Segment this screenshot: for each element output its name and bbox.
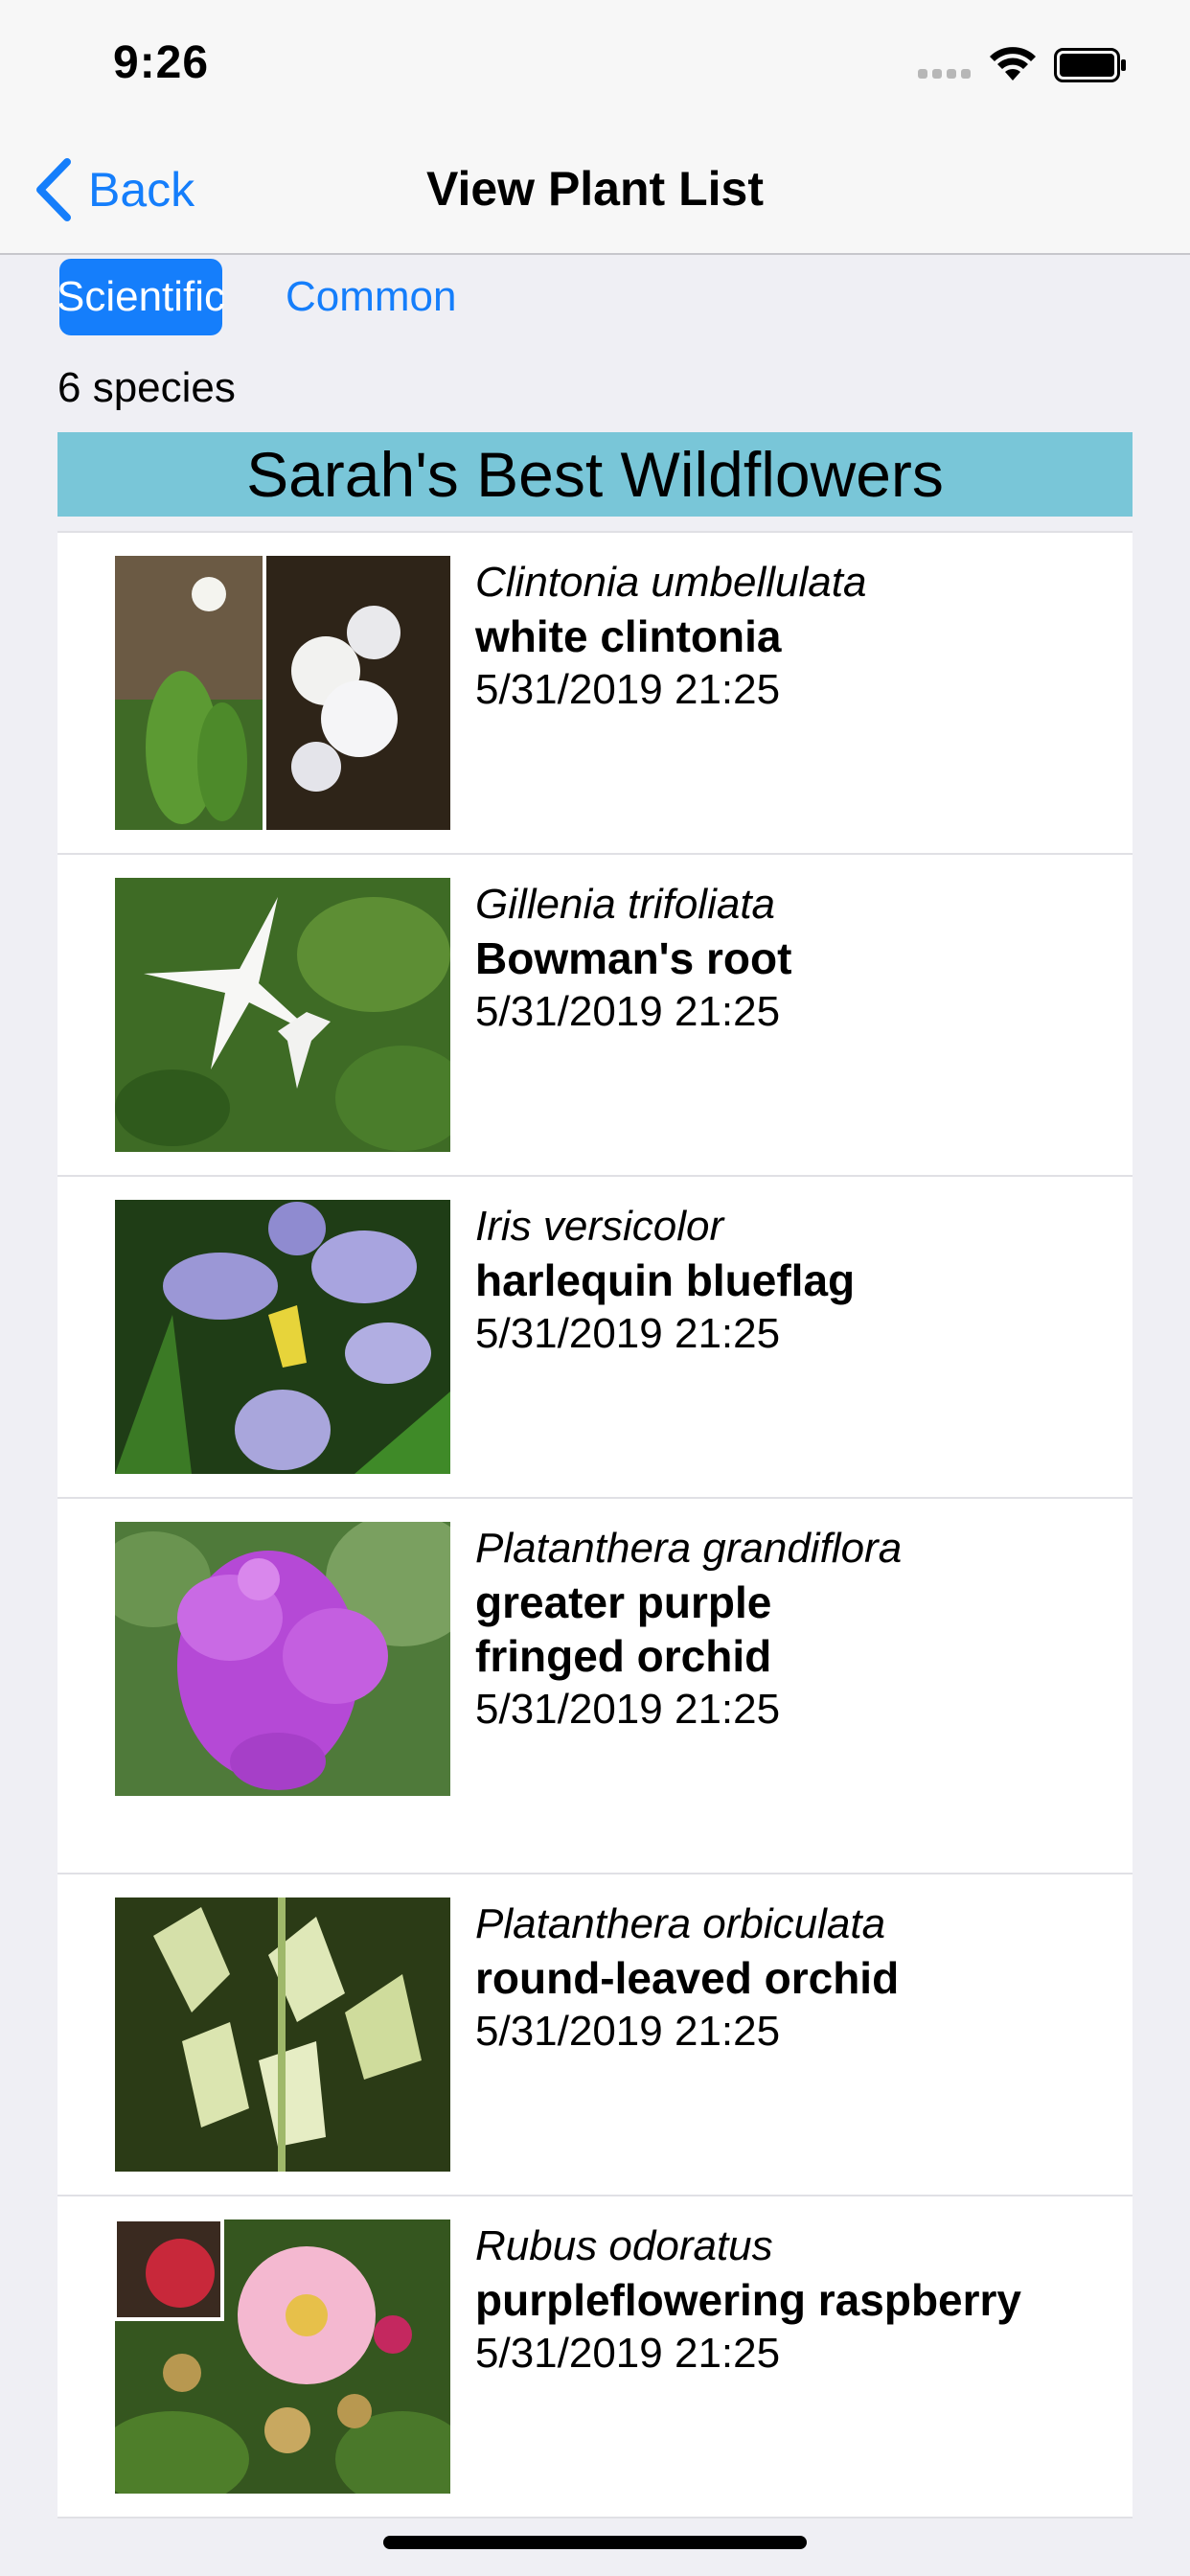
plant-photo — [115, 1522, 450, 1796]
common-name: round-leaved orchid — [475, 1953, 900, 2003]
common-name: Bowman's root — [475, 933, 792, 983]
navigation-bar: Back View Plant List — [0, 126, 1190, 255]
common-name: purpleflowering raspberry — [475, 2275, 1022, 2325]
date: 5/31/2019 21:25 — [475, 2008, 781, 2055]
plant-photo — [115, 2220, 450, 2494]
scientific-name: Platanthera grandiflora — [475, 1525, 903, 1572]
plant-row[interactable]: Platanthera grandiflora greater purple f… — [57, 1499, 1133, 1874]
plant-photo — [115, 1898, 450, 2172]
plant-photo — [115, 878, 450, 1152]
date: 5/31/2019 21:25 — [475, 988, 781, 1035]
date: 5/31/2019 21:25 — [475, 1686, 781, 1733]
plant-row[interactable]: Iris versicolor harlequin blueflag 5/31/… — [57, 1177, 1133, 1499]
status-bar: 9:26 — [0, 0, 1190, 126]
sort-scientific-button[interactable]: Scientific — [57, 259, 225, 335]
common-name: harlequin blueflag — [475, 1255, 856, 1305]
wifi-icon — [987, 44, 1039, 87]
scientific-name: Gillenia trifoliata — [475, 881, 776, 928]
plant-row[interactable]: Clintonia umbellulata white clintonia 5/… — [57, 531, 1133, 855]
home-indicator[interactable] — [383, 2536, 807, 2549]
screen: 9:26 Back View Plant List Scientific Com… — [0, 0, 1190, 2576]
cellular-signal-icon — [918, 69, 971, 79]
page-title: View Plant List — [426, 162, 764, 216]
date: 5/31/2019 21:25 — [475, 1310, 781, 1357]
scientific-name: Rubus odoratus — [475, 2222, 773, 2269]
plant-row[interactable]: Platanthera orbiculata round-leaved orch… — [57, 1874, 1133, 2196]
date: 5/31/2019 21:25 — [475, 666, 781, 713]
plant-row[interactable]: Rubus odoratus purpleflowering raspberry… — [57, 2196, 1133, 2518]
list-title: Sarah's Best Wildflowers — [57, 432, 1133, 517]
scientific-name: Platanthera orbiculata — [475, 1900, 886, 1947]
scientific-name: Clintonia umbellulata — [475, 559, 867, 606]
plant-photo — [115, 556, 450, 830]
battery-icon — [1054, 48, 1127, 87]
scientific-name: Iris versicolor — [475, 1203, 724, 1250]
common-name: white clintonia — [475, 611, 782, 661]
plant-row[interactable]: Gillenia trifoliata Bowman's root 5/31/2… — [57, 855, 1133, 1177]
plant-list: Clintonia umbellulata white clintonia 5/… — [57, 531, 1133, 2518]
status-time: 9:26 — [113, 37, 210, 88]
plant-photo — [115, 1200, 450, 1474]
species-count: 6 species — [57, 364, 236, 411]
date: 5/31/2019 21:25 — [475, 2330, 781, 2377]
sort-common-button[interactable]: Common — [278, 259, 477, 335]
common-name: greater purple fringed orchid — [475, 1577, 772, 1681]
